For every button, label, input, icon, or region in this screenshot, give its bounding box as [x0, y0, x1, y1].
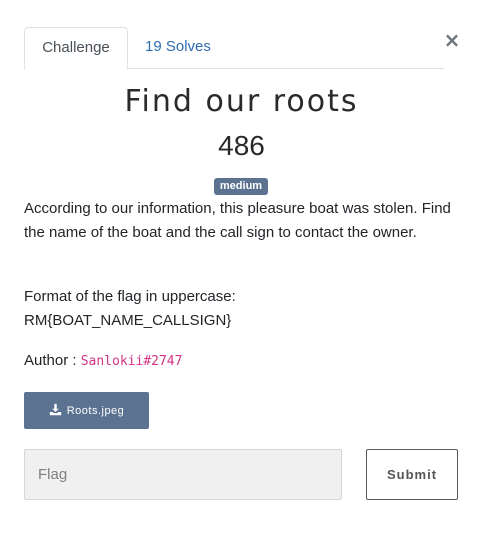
download-file-button[interactable]: Roots.jpeg	[24, 392, 149, 429]
difficulty-badge: medium	[214, 178, 268, 195]
flag-input[interactable]	[24, 449, 342, 500]
author-label: Author :	[24, 352, 77, 369]
challenge-tabs: Challenge 19 Solves	[24, 27, 444, 70]
author-line: Author : Sanlokii#2747	[24, 349, 182, 374]
download-icon	[49, 403, 62, 419]
challenge-points: 486	[218, 130, 265, 161]
close-button[interactable]: ×	[442, 28, 462, 52]
author-name: Sanlokii#2747	[80, 354, 183, 369]
challenge-title: Find our roots	[124, 84, 359, 119]
challenge-description: According to our information, this pleas…	[24, 200, 451, 241]
submit-button[interactable]: Submit	[366, 449, 458, 500]
tab-challenge[interactable]: Challenge	[24, 27, 128, 70]
flag-format-example: RM{BOAT_NAME_CALLSIGN}	[24, 312, 232, 329]
download-file-label: Roots.jpeg	[66, 404, 125, 417]
flag-format-text: Format of the flag in uppercase: RM{BOAT…	[24, 285, 464, 333]
flag-format-label: Format of the flag in uppercase:	[24, 288, 236, 305]
tab-solves[interactable]: 19 Solves	[129, 27, 227, 69]
